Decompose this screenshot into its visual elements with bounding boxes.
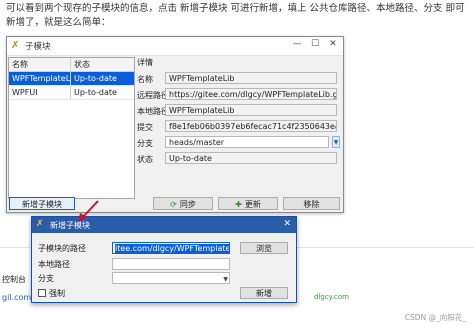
annotation-arrow <box>78 200 99 222</box>
watermark-text: CSDN @_向阳花_ <box>404 313 466 322</box>
arrow-line <box>81 200 99 219</box>
